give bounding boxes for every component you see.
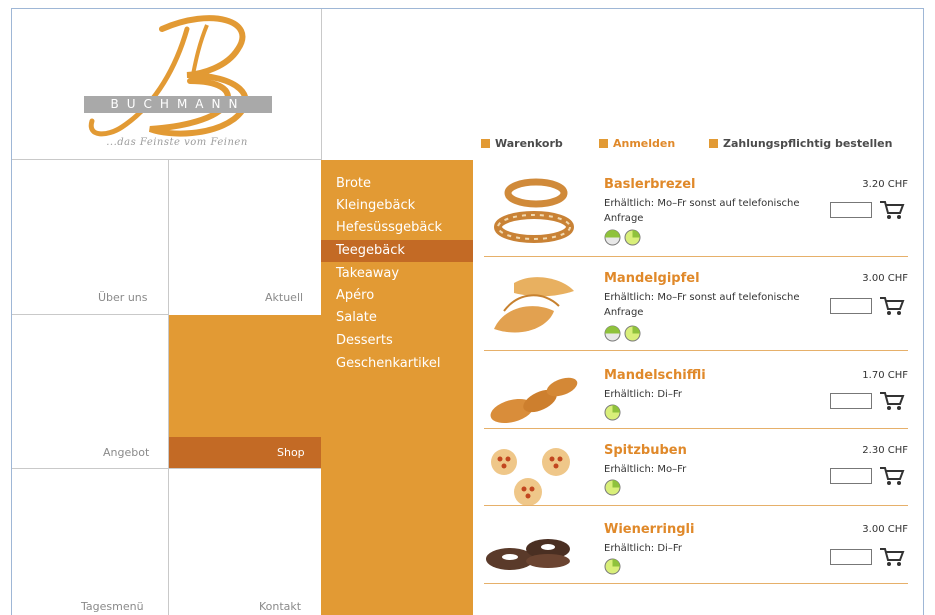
nav-angebot[interactable]: Angebot bbox=[103, 446, 149, 459]
topnav-bestellen[interactable]: Zahlungspflichtig bestellen bbox=[709, 137, 892, 150]
category-salate[interactable]: Salate bbox=[321, 307, 473, 329]
product-item: Baslerbrezel Erhältlich: Mo–Fr sonst auf… bbox=[484, 177, 908, 257]
topnav-anmelden[interactable]: Anmelden bbox=[599, 137, 675, 150]
category-hefesuessgebaeck[interactable]: Hefesüssgebäck bbox=[321, 217, 473, 239]
topnav-label: Warenkorb bbox=[495, 137, 563, 150]
category-geschenkartikel[interactable]: Geschenkartikel bbox=[321, 353, 473, 375]
cart-icon[interactable] bbox=[878, 465, 906, 487]
category-apero[interactable]: Apéro bbox=[321, 285, 473, 307]
product-item: Spitzbuben Erhältlich: Mo–Fr 2.30 CHF bbox=[484, 443, 908, 506]
divider bbox=[484, 583, 908, 584]
availability-icons bbox=[604, 558, 621, 575]
cart-icon[interactable] bbox=[878, 199, 906, 221]
availability-icons bbox=[604, 229, 641, 246]
quantity-input[interactable] bbox=[830, 393, 872, 409]
product-item: Mandelgipfel Erhältlich: Mo–Fr sonst auf… bbox=[484, 271, 908, 351]
clock-icon bbox=[604, 325, 621, 342]
square-bullet-icon bbox=[709, 139, 718, 148]
category-brote[interactable]: Brote bbox=[321, 173, 473, 195]
product-price: 2.30 CHF bbox=[862, 445, 908, 456]
topnav-warenkorb[interactable]: Warenkorb bbox=[481, 137, 563, 150]
category-desserts[interactable]: Desserts bbox=[321, 330, 473, 352]
clock-icon bbox=[624, 325, 641, 342]
pretzel-image bbox=[494, 178, 574, 243]
nav-aktuell[interactable]: Aktuell bbox=[265, 291, 303, 304]
quantity-input[interactable] bbox=[830, 468, 872, 484]
product-availability: Erhältlich: Mo–Fr bbox=[604, 464, 687, 475]
divider bbox=[484, 428, 908, 429]
category-teegebaeck[interactable]: Teegebäck bbox=[321, 240, 473, 262]
product-availability: Erhältlich: Mo–Fr sonst auf telefonische… bbox=[604, 292, 800, 318]
divider bbox=[484, 350, 908, 351]
availability-icons bbox=[604, 479, 621, 496]
cart-icon[interactable] bbox=[878, 546, 906, 568]
divider bbox=[484, 256, 908, 257]
product-availability: Erhältlich: Di–Fr bbox=[604, 389, 682, 400]
divider bbox=[484, 505, 908, 506]
logo-brand-name: BUCHMANN bbox=[110, 97, 246, 111]
divider bbox=[12, 468, 321, 469]
product-availability: Erhältlich: Mo–Fr sonst auf telefonische… bbox=[604, 198, 800, 224]
shop-tile-image bbox=[169, 315, 321, 437]
clock-icon bbox=[604, 229, 621, 246]
croissant-image bbox=[494, 277, 574, 333]
category-menu: Brote Kleingebäck Hefesüssgebäck Teegebä… bbox=[321, 160, 473, 615]
product-name[interactable]: Mandelschiffli bbox=[604, 368, 706, 383]
clock-icon bbox=[604, 404, 621, 421]
logo-tagline: ...das Feinste vom Feinen bbox=[106, 137, 248, 148]
category-kleingebaeck[interactable]: Kleingebäck bbox=[321, 195, 473, 217]
divider bbox=[12, 314, 169, 315]
product-name[interactable]: Baslerbrezel bbox=[604, 177, 695, 192]
product-item: Mandelschiffli Erhältlich: Di–Fr 1.70 CH… bbox=[484, 368, 908, 428]
product-price: 3.00 CHF bbox=[862, 273, 908, 284]
nav-shop[interactable]: Shop bbox=[277, 446, 305, 459]
quantity-input[interactable] bbox=[830, 298, 872, 314]
chocolate-ring-image bbox=[486, 539, 570, 570]
divider bbox=[12, 159, 321, 160]
quantity-input[interactable] bbox=[830, 202, 872, 218]
clock-icon bbox=[604, 479, 621, 496]
product-name[interactable]: Spitzbuben bbox=[604, 443, 687, 458]
cart-icon[interactable] bbox=[878, 295, 906, 317]
nav-kontakt[interactable]: Kontakt bbox=[259, 600, 301, 613]
clock-icon bbox=[604, 558, 621, 575]
logo[interactable]: BUCHMANN ...das Feinste vom Feinen bbox=[12, 9, 321, 159]
availability-icons bbox=[604, 325, 641, 342]
product-price: 3.20 CHF bbox=[862, 179, 908, 190]
availability-icons bbox=[604, 404, 621, 421]
quantity-input[interactable] bbox=[830, 549, 872, 565]
product-price: 1.70 CHF bbox=[862, 370, 908, 381]
product-name[interactable]: Wienerringli bbox=[604, 522, 694, 537]
jam-cookie-image bbox=[491, 448, 570, 506]
product-item: Wienerringli Erhältlich: Di–Fr 3.00 CHF bbox=[484, 522, 908, 582]
cart-icon[interactable] bbox=[878, 390, 906, 412]
square-bullet-icon bbox=[481, 139, 490, 148]
category-takeaway[interactable]: Takeaway bbox=[321, 263, 473, 285]
product-name[interactable]: Mandelgipfel bbox=[604, 271, 700, 286]
nav-ueber-uns[interactable]: Über uns bbox=[98, 291, 148, 304]
clock-icon bbox=[624, 229, 641, 246]
nav-tagesmenue[interactable]: Tagesmenü bbox=[81, 600, 144, 613]
square-bullet-icon bbox=[599, 139, 608, 148]
product-availability: Erhältlich: Di–Fr bbox=[604, 543, 682, 554]
topnav-label: Zahlungspflichtig bestellen bbox=[723, 137, 893, 150]
product-price: 3.00 CHF bbox=[862, 524, 908, 535]
topnav-label: Anmelden bbox=[613, 137, 676, 150]
